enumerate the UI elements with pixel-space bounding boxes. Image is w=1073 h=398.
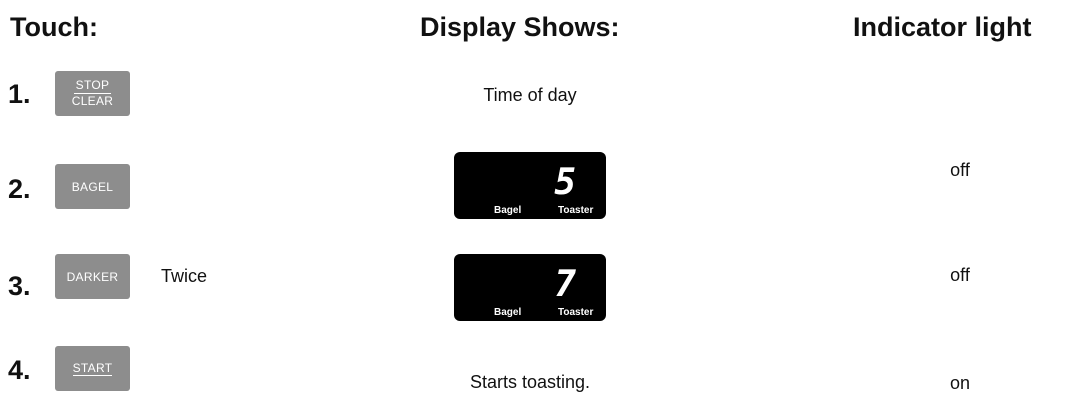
step-3-indicator: off <box>950 265 970 285</box>
display-shows-header: Display Shows: <box>420 12 620 42</box>
lcd-digit: 5 <box>554 162 576 203</box>
step-3-note: Twice <box>161 266 208 286</box>
touch-header: Touch: <box>10 12 98 42</box>
lcd-display-step-2: 5 Bagel Toaster <box>454 152 606 219</box>
step-1-number: 1. <box>8 79 31 109</box>
bagel-button-label: BAGEL <box>71 179 114 194</box>
lcd-display-step-3: 7 Bagel Toaster <box>454 254 606 321</box>
start-button[interactable]: START <box>55 346 130 391</box>
step-2-number: 2. <box>8 174 31 204</box>
step-4-indicator: on <box>949 373 971 393</box>
step-4-display-text: Starts toasting. <box>469 372 591 392</box>
step-1-display-text: Time of day <box>483 85 577 105</box>
step-3-number: 3. <box>8 271 31 301</box>
stop-clear-button[interactable]: STOP CLEAR <box>55 71 130 116</box>
lcd-bagel-label: Bagel <box>494 205 522 216</box>
start-button-label: START <box>72 361 113 376</box>
indicator-light-header: Indicator light <box>853 12 1032 42</box>
step-2-indicator: off <box>950 160 970 180</box>
darker-button[interactable]: DARKER <box>55 254 130 299</box>
darker-button-label: DARKER <box>66 269 119 284</box>
lcd-digit: 7 <box>554 264 576 305</box>
lcd-toaster-label: Toaster <box>558 307 594 318</box>
lcd-toaster-label: Toaster <box>558 205 594 216</box>
step-4-number: 4. <box>8 355 31 385</box>
stop-label: STOP <box>73 78 112 94</box>
clear-label: CLEAR <box>71 94 114 108</box>
bagel-button[interactable]: BAGEL <box>55 164 130 209</box>
lcd-bagel-label: Bagel <box>494 307 522 318</box>
